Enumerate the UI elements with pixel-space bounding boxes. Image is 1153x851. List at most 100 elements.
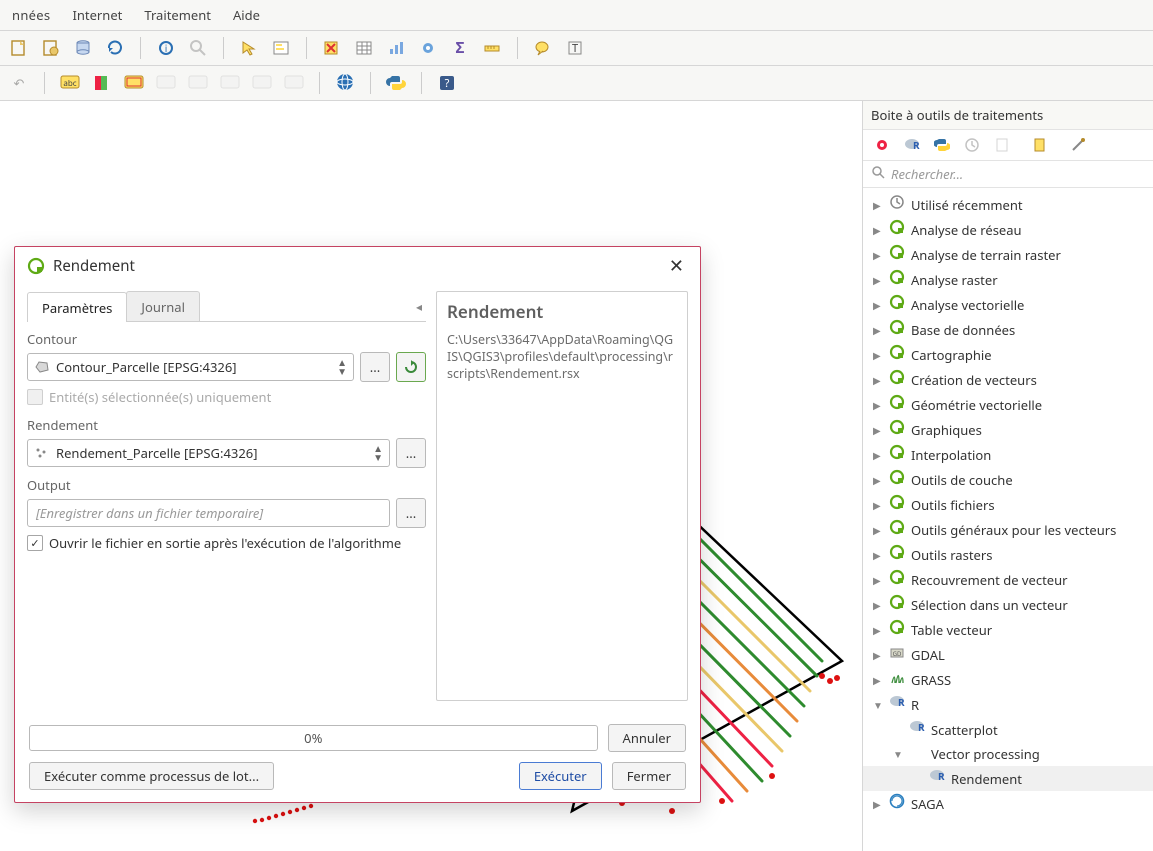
contour-combo[interactable]: Contour_Parcelle [EPSG:4326] ▲▼ <box>27 353 354 381</box>
expander-closed-icon[interactable]: ▶ <box>873 295 883 315</box>
expander-closed-icon[interactable]: ▶ <box>873 445 883 465</box>
label-d1-icon[interactable] <box>153 70 179 96</box>
batch-button[interactable]: Exécuter comme processus de lot... <box>29 762 274 790</box>
label-d3-icon[interactable] <box>217 70 243 96</box>
new-template-icon[interactable] <box>38 35 64 61</box>
menu-item[interactable]: Internet <box>68 4 126 26</box>
label-d2-icon[interactable] <box>185 70 211 96</box>
expander-closed-icon[interactable]: ▶ <box>873 595 883 615</box>
close-icon[interactable]: ✕ <box>665 255 688 277</box>
stats-icon[interactable] <box>383 35 409 61</box>
tree-item[interactable]: ▶Création de vecteurs <box>863 367 1153 392</box>
tree-item[interactable]: ▶Base de données <box>863 317 1153 342</box>
run-button[interactable]: Exécuter <box>519 762 602 790</box>
r-provider-icon[interactable]: R <box>901 134 923 156</box>
results-icon[interactable] <box>991 134 1013 156</box>
label-abc-yellow-icon[interactable]: abc <box>57 70 83 96</box>
zoom-icon[interactable] <box>185 35 211 61</box>
tree-item[interactable]: ▶GDGDAL <box>863 642 1153 667</box>
expander-open-icon[interactable]: ▼ <box>893 744 903 764</box>
expander-closed-icon[interactable]: ▶ <box>873 220 883 240</box>
tree-item[interactable]: ▶SAGA <box>863 791 1153 816</box>
tip-icon[interactable] <box>530 35 556 61</box>
expander-closed-icon[interactable]: ▶ <box>873 195 883 215</box>
python-provider-icon[interactable] <box>931 134 953 156</box>
expander-open-icon[interactable]: ▼ <box>873 695 883 715</box>
expander-closed-icon[interactable]: ▶ <box>873 470 883 490</box>
tree-item[interactable]: ▶Graphiques <box>863 417 1153 442</box>
expander-closed-icon[interactable]: ▶ <box>873 245 883 265</box>
identify-icon[interactable]: i <box>153 35 179 61</box>
tree-item[interactable]: ▶Analyse vectorielle <box>863 292 1153 317</box>
help-icon[interactable]: ? <box>434 70 460 96</box>
toolbox-gear-icon[interactable] <box>415 35 441 61</box>
expander-closed-icon[interactable]: ▶ <box>873 520 883 540</box>
collapse-chevron-icon[interactable]: ◂ <box>412 298 426 315</box>
attr-table-icon[interactable] <box>351 35 377 61</box>
tree-item[interactable]: ▶Géométrie vectorielle <box>863 392 1153 417</box>
model-gear-icon[interactable] <box>871 134 893 156</box>
options-icon[interactable] <box>1067 134 1089 156</box>
deselect-icon[interactable] <box>319 35 345 61</box>
expander-closed-icon[interactable]: ▶ <box>873 620 883 640</box>
globe-icon[interactable] <box>332 70 358 96</box>
tree-item[interactable]: ▶Outils généraux pour les vecteurs <box>863 517 1153 542</box>
tree-item[interactable]: RRendement <box>863 766 1153 791</box>
tree-item[interactable]: ▶Outils fichiers <box>863 492 1153 517</box>
db-icon[interactable] <box>70 35 96 61</box>
label-d4-icon[interactable] <box>249 70 275 96</box>
menu-item[interactable]: nnées <box>8 4 54 26</box>
open-output-checkbox[interactable]: ✓ <box>27 535 43 551</box>
python-icon[interactable] <box>383 70 409 96</box>
tree-item[interactable]: ▼RR <box>863 692 1153 717</box>
cancel-button[interactable]: Annuler <box>608 724 686 752</box>
text-tool-icon[interactable]: T <box>562 35 588 61</box>
tree-item[interactable]: ▶Outils rasters <box>863 542 1153 567</box>
tree-item[interactable]: ▶Analyse de terrain raster <box>863 242 1153 267</box>
tree-item[interactable]: ▶Sélection dans un vecteur <box>863 592 1153 617</box>
tree-item[interactable]: RScatterplot <box>863 717 1153 742</box>
measure-icon[interactable] <box>479 35 505 61</box>
expander-closed-icon[interactable]: ▶ <box>873 270 883 290</box>
select-icon[interactable] <box>236 35 262 61</box>
label-color-icon[interactable] <box>89 70 115 96</box>
sigma-icon[interactable]: Σ <box>447 35 473 61</box>
search-input[interactable]: Rechercher... <box>863 161 1153 188</box>
refresh-icon[interactable] <box>102 35 128 61</box>
expander-closed-icon[interactable]: ▶ <box>873 495 883 515</box>
browse-button[interactable]: ... <box>396 438 426 468</box>
expander-closed-icon[interactable]: ▶ <box>873 420 883 440</box>
expander-closed-icon[interactable]: ▶ <box>873 395 883 415</box>
expander-closed-icon[interactable]: ▶ <box>873 545 883 565</box>
tree-item[interactable]: ▶Analyse de réseau <box>863 217 1153 242</box>
form-select-icon[interactable] <box>268 35 294 61</box>
menu-item[interactable]: Traitement <box>140 4 215 26</box>
expander-closed-icon[interactable]: ▶ <box>873 370 883 390</box>
output-path-input[interactable]: [Enregistrer dans un fichier temporaire] <box>27 499 390 527</box>
new-project-icon[interactable] <box>6 35 32 61</box>
undo-icon[interactable]: ↶ <box>6 70 32 96</box>
history-icon[interactable] <box>961 134 983 156</box>
browse-button[interactable]: ... <box>360 352 390 382</box>
rendement-combo[interactable]: Rendement_Parcelle [EPSG:4326] ▲▼ <box>27 439 390 467</box>
label-frame-icon[interactable] <box>121 70 147 96</box>
tree-item[interactable]: ▶Cartographie <box>863 342 1153 367</box>
tree-item[interactable]: ▶Utilisé récemment <box>863 192 1153 217</box>
edit-script-icon[interactable] <box>1029 134 1051 156</box>
tree-item[interactable]: ▶Interpolation <box>863 442 1153 467</box>
expander-closed-icon[interactable]: ▶ <box>873 645 883 665</box>
tree-item[interactable]: ▶Outils de couche <box>863 467 1153 492</box>
close-button[interactable]: Fermer <box>612 762 686 790</box>
expander-closed-icon[interactable]: ▶ <box>873 670 883 690</box>
algorithm-tree[interactable]: ▶Utilisé récemment▶Analyse de réseau▶Ana… <box>863 188 1153 851</box>
tree-item[interactable]: ▶Recouvrement de vecteur <box>863 567 1153 592</box>
expander-closed-icon[interactable]: ▶ <box>873 320 883 340</box>
expander-closed-icon[interactable]: ▶ <box>873 794 883 814</box>
expander-closed-icon[interactable]: ▶ <box>873 345 883 365</box>
output-browse-button[interactable]: ... <box>396 498 426 528</box>
expander-closed-icon[interactable]: ▶ <box>873 570 883 590</box>
menu-item[interactable]: Aide <box>229 4 264 26</box>
tree-item[interactable]: ▶Table vecteur <box>863 617 1153 642</box>
map-canvas[interactable]: Rendement ✕ Paramètres Journal ◂ Contour… <box>0 101 862 851</box>
tab-parameters[interactable]: Paramètres <box>27 292 127 322</box>
